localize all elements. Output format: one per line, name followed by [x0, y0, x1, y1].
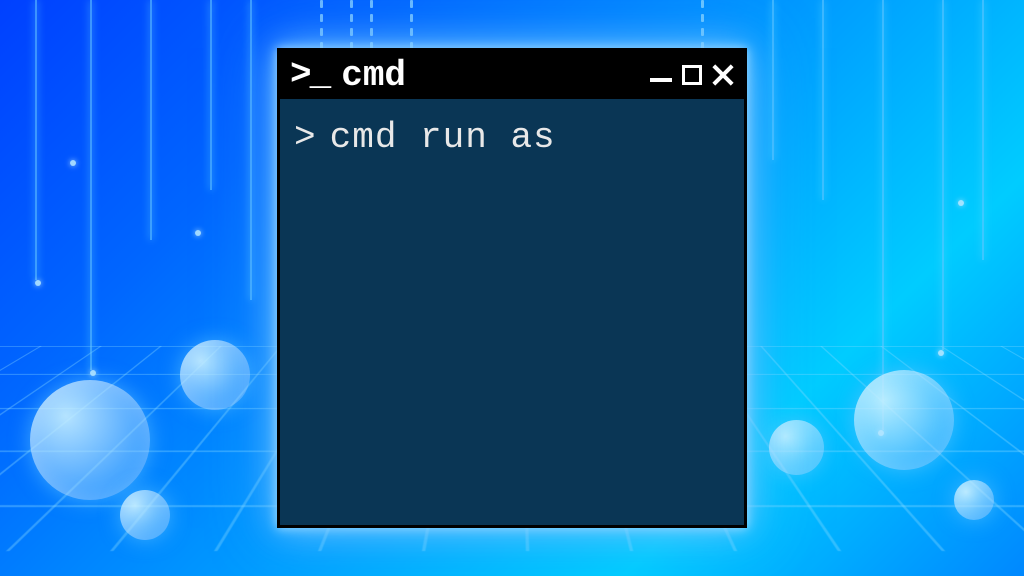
minimize-button[interactable] [650, 78, 672, 82]
terminal-body[interactable]: > cmd run as [280, 99, 744, 525]
terminal-window: >_ cmd > cmd run as [277, 48, 747, 528]
maximize-button[interactable] [682, 65, 702, 85]
prompt-symbol: > [294, 117, 316, 158]
titlebar[interactable]: >_ cmd [280, 51, 744, 99]
window-title: cmd [341, 55, 406, 96]
command-input-text[interactable]: cmd run as [330, 117, 556, 158]
close-button[interactable] [712, 64, 734, 86]
command-line: > cmd run as [294, 117, 730, 158]
terminal-prompt-icon: >_ [290, 57, 329, 93]
window-controls [650, 64, 734, 86]
